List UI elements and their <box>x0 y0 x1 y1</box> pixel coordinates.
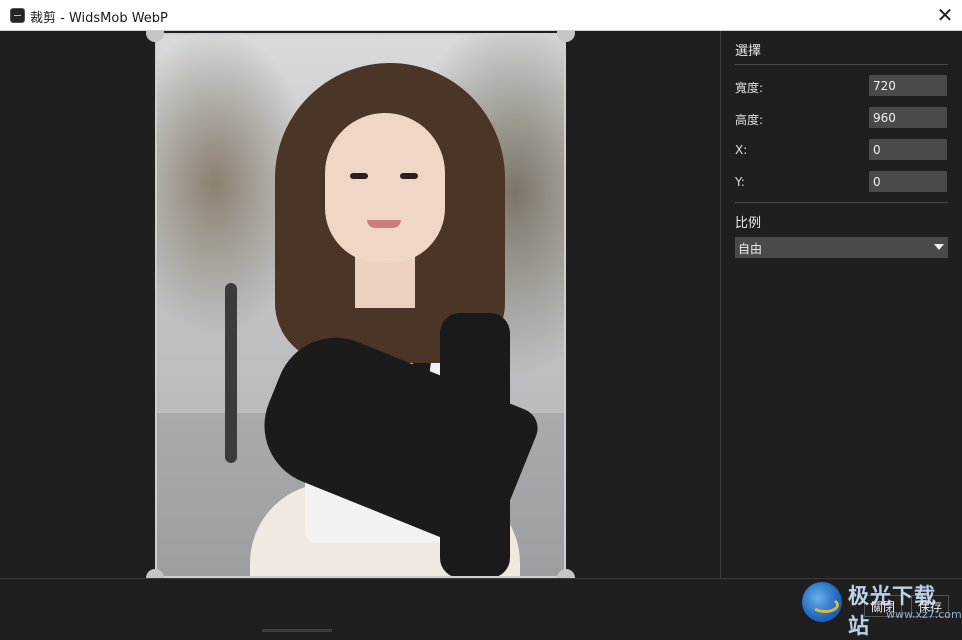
x-field[interactable] <box>869 139 947 160</box>
width-label: 寬度: <box>735 81 764 95</box>
photo-preview <box>155 33 566 578</box>
ratio-select-value: 自由 <box>738 242 763 256</box>
x-label: X: <box>735 143 748 157</box>
height-field[interactable] <box>869 107 947 128</box>
divider <box>735 64 948 65</box>
ratio-select[interactable]: 自由 <box>735 237 948 258</box>
y-field[interactable] <box>869 171 947 192</box>
ratio-title: 比例 <box>735 216 762 231</box>
settings-panel: 選擇 寬度: 高度: X: Y: 比例 自由 <box>720 31 962 578</box>
save-button[interactable]: 保存 <box>911 595 949 617</box>
close-icon[interactable]: ✕ <box>930 1 960 29</box>
close-button[interactable]: 關閉 <box>864 595 902 617</box>
y-label: Y: <box>735 175 745 189</box>
width-field[interactable] <box>869 75 947 96</box>
footer-bar: 關閉 保存 <box>0 578 962 632</box>
crop-handle-bottom-right[interactable] <box>557 569 575 578</box>
crop-canvas[interactable] <box>0 31 720 578</box>
title-bar: 裁剪 - WidsMob WebP ✕ <box>0 0 962 31</box>
app-icon <box>10 8 25 23</box>
window-title: 裁剪 - WidsMob WebP <box>30 11 168 26</box>
height-label: 高度: <box>735 113 764 127</box>
selection-title: 選擇 <box>735 44 762 59</box>
chevron-down-icon <box>934 244 944 250</box>
divider <box>735 202 948 203</box>
